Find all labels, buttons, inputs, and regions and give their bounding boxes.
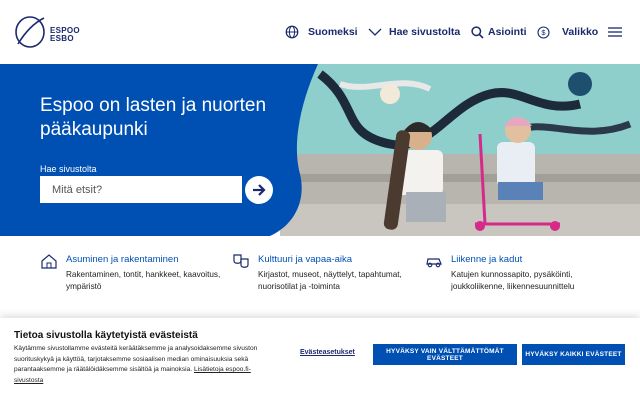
coin-icon: $ xyxy=(536,25,550,39)
site-header: ESPOO ESBO Suomeksi Hae sivustolta Asioi… xyxy=(0,0,640,64)
hamburger-icon xyxy=(608,27,623,37)
house-icon xyxy=(41,254,57,269)
hero-search-input[interactable] xyxy=(40,176,242,203)
hero-search-submit-button[interactable] xyxy=(245,176,273,204)
accept-necessary-cookies-button[interactable]: HYVÄKSY VAIN VÄLTTÄMÄTTÖMÄT EVÄSTEET xyxy=(373,344,517,365)
svg-text:$: $ xyxy=(541,28,546,37)
services-label: Asiointi xyxy=(488,26,527,38)
language-selector[interactable]: Suomeksi xyxy=(285,22,382,42)
globe-icon xyxy=(285,25,299,39)
arrow-right-icon xyxy=(253,184,266,196)
hero-search-label: Hae sivustolta xyxy=(40,164,97,174)
hero-title: Espoo on lasten ja nuorten pääkaupunki xyxy=(40,95,267,140)
header-search-button[interactable]: Hae sivustolta xyxy=(389,22,484,42)
category-title[interactable]: Asuminen ja rakentaminen xyxy=(66,254,178,265)
cookie-settings-link[interactable]: Evästeasetukset xyxy=(300,349,355,356)
cookie-banner: Tietoa sivustolla käytetyistä evästeistä… xyxy=(0,318,640,400)
cookie-title: Tietoa sivustolla käytetyistä evästeistä xyxy=(14,330,198,341)
language-label: Suomeksi xyxy=(308,26,358,38)
logo-text-esbo: ESBO xyxy=(50,34,74,43)
search-icon xyxy=(471,25,484,39)
menu-label: Valikko xyxy=(562,26,599,38)
category-description: Rakentaminen, tontit, hankkeet, kaavoitu… xyxy=(66,270,221,291)
cookie-description: Käytämme sivustollamme evästeitä keräätä… xyxy=(14,344,264,386)
accept-all-cookies-button[interactable]: HYVÄKSY KAIKKI EVÄSTEET xyxy=(522,344,625,365)
category-title[interactable]: Kulttuuri ja vapaa-aika xyxy=(258,254,352,265)
services-link[interactable]: Asiointi $ xyxy=(488,22,550,42)
car-icon xyxy=(426,258,442,268)
hero-banner: Espoo on lasten ja nuorten pääkaupunki H… xyxy=(0,64,640,236)
category-title[interactable]: Liikenne ja kadut xyxy=(451,254,522,265)
espoo-logo-icon xyxy=(15,16,45,48)
hero-blue-shape xyxy=(0,64,318,236)
espoo-logo[interactable]: ESPOO ESBO xyxy=(14,14,84,50)
header-search-label: Hae sivustolta xyxy=(389,26,461,38)
theater-masks-icon xyxy=(233,254,249,268)
category-description: Kirjastot, museot, näyttelyt, tapahtumat… xyxy=(258,270,402,291)
menu-button[interactable]: Valikko xyxy=(562,22,623,42)
chevron-down-icon xyxy=(368,28,382,36)
category-description: Katujen kunnossapito, pysäköinti, joukko… xyxy=(451,270,575,291)
